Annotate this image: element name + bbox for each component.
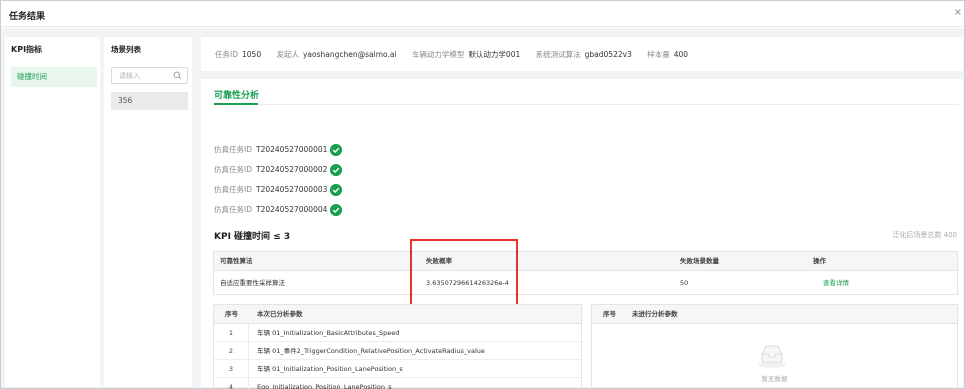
- task-id-value: 1050: [242, 50, 262, 59]
- sim-task-row: 仿真任务ID T20240527000004: [214, 203, 342, 217]
- check-circle-icon: [330, 144, 342, 156]
- tab-divider: [214, 104, 959, 105]
- table-header-index: 序号: [603, 310, 616, 318]
- task-info-bar: 任务ID 1050 发起人 yaoshangchen@saimo.ai 车辆动力学模…: [201, 37, 963, 71]
- dialog-body: KPI指标 碰撞时间 场景列表 请输入 356 任务ID 1050 发起人 yaos…: [1, 28, 964, 389]
- sample-label: 样本量: [647, 50, 670, 59]
- row-index: 2: [228, 347, 234, 355]
- scene-list-item[interactable]: 356: [111, 92, 188, 110]
- scene-search-placeholder: 请输入: [119, 72, 140, 80]
- param-name: 车辆 01_Initialization_Position_LanePositi…: [257, 365, 403, 373]
- initiator-value: yaoshangchen@saimo.ai: [302, 50, 397, 59]
- tab-active-indicator: [214, 103, 258, 105]
- initiator-label: 发起人: [276, 50, 299, 59]
- sim-task-id: T20240527000001: [256, 145, 328, 154]
- table-header-unanalyzed-params: 未进行分析参数: [632, 310, 678, 318]
- param-name: Ego_Initialization_Position_LanePosition…: [257, 383, 392, 389]
- task-id-label: 任务ID: [215, 50, 238, 59]
- sim-task-row: 仿真任务ID T20240527000001: [214, 143, 342, 157]
- column-divider: [248, 378, 249, 389]
- algorithm-value: gbad0522v3: [584, 50, 632, 59]
- tab-reliability-analysis[interactable]: 可靠性分析: [214, 88, 259, 101]
- analysis-panel: 可靠性分析 仿真任务ID T20240527000001 仿真任务ID T20240…: [201, 79, 963, 389]
- sim-task-id: T20240527000003: [256, 185, 328, 194]
- param-name: 车辆 01_Initialization_BasicAttributes_Spe…: [257, 329, 400, 337]
- kpi-scene-total-note: 泛化后场景总数 400: [892, 231, 957, 239]
- table-header-index: 序号: [225, 310, 238, 318]
- kpi-panel-heading: KPI指标: [11, 45, 43, 54]
- kpi-item-collision-time[interactable]: 碰撞时间: [11, 67, 97, 87]
- sim-task-row: 仿真任务ID T20240527000003: [214, 183, 342, 197]
- table-row: 3 车辆 01_Initialization_Position_LanePosi…: [214, 360, 581, 378]
- table-header-action: 操作: [807, 252, 957, 271]
- check-circle-icon: [330, 184, 342, 196]
- cell-fail-count: 50: [680, 279, 689, 287]
- table-row: 1 车辆 01_Initialization_BasicAttributes_S…: [214, 324, 581, 342]
- row-index: 1: [228, 329, 234, 337]
- sample-value: 400: [673, 50, 689, 59]
- param-name: 车辆 01_事件2_TriggerCondition_RelativePosit…: [257, 347, 485, 355]
- kpi-panel: KPI指标 碰撞时间: [5, 37, 100, 387]
- table-header-algorithm: 可靠性算法: [214, 252, 420, 271]
- view-details-link[interactable]: 查看详情: [823, 271, 849, 295]
- row-index: 3: [228, 365, 234, 373]
- table-header-fail-count: 失败场景数量: [674, 252, 807, 271]
- sim-task-label: 仿真任务ID: [214, 165, 252, 174]
- check-circle-icon: [330, 204, 342, 216]
- table-row: 2 车辆 01_事件2_TriggerCondition_RelativePos…: [214, 342, 581, 360]
- kpi-result-table: 可靠性算法 失败概率 失败场景数量 操作 自适应重要性采样算法 3.635072…: [213, 251, 958, 295]
- sim-task-label: 仿真任务ID: [214, 145, 252, 154]
- table-header: 序号 本次已分析参数: [214, 305, 581, 324]
- empty-state-text: 暂无数据: [761, 375, 788, 383]
- row-index: 4: [228, 383, 234, 389]
- kpi-section-title: KPI 碰撞时间 ≤ 3: [214, 232, 291, 242]
- dynamics-label: 车辆动力学模型: [411, 50, 465, 59]
- sim-task-label: 仿真任务ID: [214, 205, 252, 214]
- scene-search-input[interactable]: 请输入: [111, 67, 188, 84]
- table-row: 4 Ego_Initialization_Position_LanePositi…: [214, 378, 581, 389]
- scene-list-panel: 场景列表 请输入 356: [104, 37, 192, 387]
- column-divider: [248, 342, 249, 359]
- unanalyzed-params-table: 序号 未进行分析参数 暂无数据: [591, 304, 958, 389]
- dynamics-value: 默认动力学001: [468, 50, 521, 59]
- sim-task-id: T20240527000002: [256, 165, 328, 174]
- close-icon[interactable]: ×: [954, 7, 962, 18]
- sim-task-id: T20240527000004: [256, 205, 328, 214]
- scene-list-heading: 场景列表: [111, 45, 141, 54]
- algorithm-label: 系统测试算法: [535, 50, 581, 59]
- search-icon[interactable]: [173, 71, 182, 80]
- table-header: 序号 未进行分析参数: [592, 305, 957, 324]
- dialog-titlebar: 任务结果 ×: [1, 1, 964, 27]
- sim-task-label: 仿真任务ID: [214, 185, 252, 194]
- column-divider: [248, 324, 249, 341]
- highlight-box: [410, 239, 518, 309]
- analyzed-params-table: 序号 本次已分析参数 1 车辆 01_Initialization_BasicA…: [213, 304, 582, 389]
- empty-inbox-icon: [758, 345, 786, 368]
- column-divider: [248, 360, 249, 377]
- dialog-frame: 任务结果 × KPI指标 碰撞时间 场景列表 请输入 356 任务ID 1050 …: [0, 0, 965, 389]
- table-header-analyzed-params: 本次已分析参数: [257, 310, 303, 318]
- check-circle-icon: [330, 164, 342, 176]
- sim-task-row: 仿真任务ID T20240527000002: [214, 163, 342, 177]
- dialog-title: 任务结果: [9, 12, 46, 22]
- cell-algorithm: 自适应重要性采样算法: [220, 279, 285, 287]
